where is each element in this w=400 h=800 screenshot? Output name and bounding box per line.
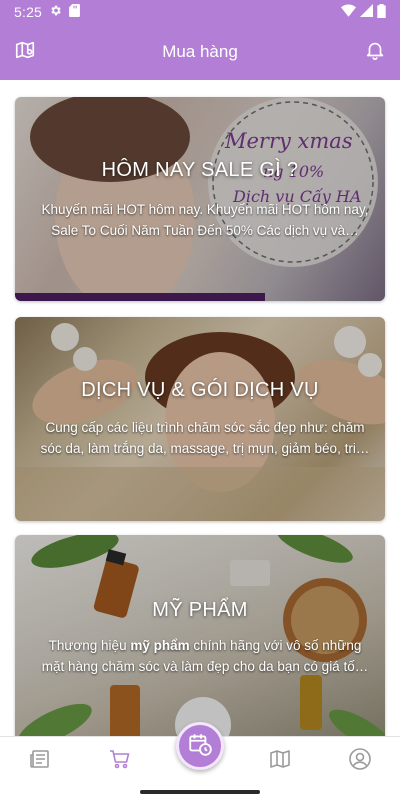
card-sale[interactable]: Merry xmas ng 10% Dịch vụ Cấy HA HÔM NAY… [15,97,385,301]
nav-news[interactable] [26,747,54,775]
cart-icon [108,747,132,776]
card-services-title: DỊCH VỤ & GÓI DỊCH VỤ [81,379,319,401]
notifications-button[interactable] [362,39,388,65]
booking-fab-button[interactable] [176,722,224,770]
nav-map[interactable] [266,747,294,775]
bell-icon [364,39,386,66]
nav-cart[interactable] [106,747,134,775]
gear-icon [49,4,62,20]
map-icon [268,747,292,776]
card-cosmetics-description-prefix: Thương hiệu [48,638,131,653]
page-title: Mua hàng [162,42,238,61]
card-cosmetics-description: Thương hiệu mỹ phẩm chính hãng với vô số… [37,635,373,677]
account-icon [348,747,372,776]
gesture-area [0,784,400,800]
card-cosmetics[interactable]: MỸ PHẨM Thương hiệu mỹ phẩm chính hãng v… [15,535,385,736]
status-bar: 5:25 [0,0,400,24]
battery-icon [377,3,386,21]
card-cosmetics-title: MỸ PHẨM [152,599,248,621]
nav-account[interactable] [346,747,374,775]
card-services-description: Cung cấp các liệu trình chăm sóc sắc đẹp… [40,420,370,456]
wifi-icon [341,4,356,20]
app-bar: Mua hàng [0,24,400,80]
sd-card-icon [69,4,80,20]
card-services[interactable]: DỊCH VỤ & GÓI DỊCH VỤ Cung cấp các liệu … [15,317,385,521]
signal-icon [360,4,373,20]
content-list[interactable]: Merry xmas ng 10% Dịch vụ Cấy HA HÔM NAY… [0,80,400,736]
news-icon [28,747,52,776]
card-cosmetics-description-bold: mỹ phẩm [130,638,190,653]
map-button[interactable] [12,39,38,65]
calendar-clock-icon [187,731,213,762]
card-sale-description: Khuyến mãi HOT hôm nay. Khuyến mãi HOT h… [41,202,369,238]
card-sale-title: HÔM NAY SALE GÌ ? [101,159,299,181]
map-icon [14,39,36,66]
status-time: 5:25 [14,4,43,20]
gesture-handle[interactable] [140,790,260,794]
